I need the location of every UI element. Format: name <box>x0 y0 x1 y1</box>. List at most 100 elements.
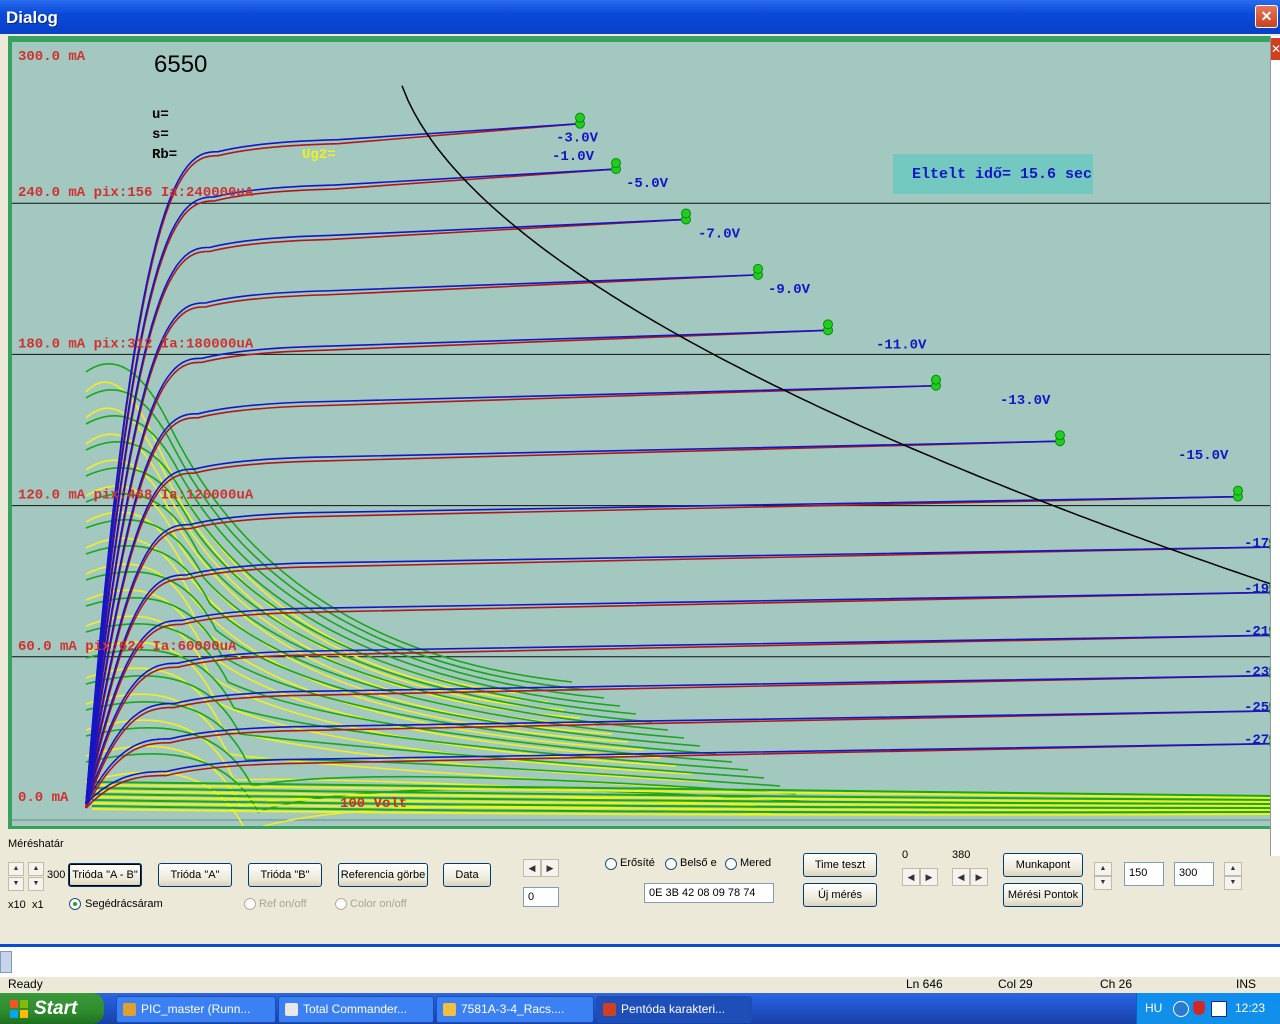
ref-onoff-radio[interactable] <box>244 898 256 910</box>
param-s: s= <box>152 127 169 143</box>
window-title: Dialog <box>6 8 58 27</box>
color-onoff-radio[interactable] <box>335 898 347 910</box>
endpoint-dot <box>1233 485 1243 496</box>
value2-down-button[interactable]: ▼ <box>1224 876 1242 890</box>
grid-voltage-label: -17 <box>1244 536 1269 552</box>
plate-characteristics-plot: -3.0V -5.0V -7.0V -9.0V -11.0V -13.0V -15.0V -1… <box>12 42 1280 826</box>
taskbar-item-pic-master[interactable]: PIC_master (Runn... <box>116 996 276 1023</box>
start-label: Start <box>34 998 78 1019</box>
data-button[interactable]: Data <box>443 863 491 887</box>
media-icon[interactable] <box>1211 1001 1227 1017</box>
voltage-axis-label: 100 Volt <box>340 796 407 812</box>
clock: 12:23 <box>1235 1001 1266 1015</box>
endpoint-dot <box>611 158 621 169</box>
counter-left-button[interactable]: ◀ <box>523 859 541 877</box>
editor-strip <box>0 944 1280 980</box>
grid-voltage-label: -9.0V <box>768 282 811 298</box>
grid-label: 60.0 mA pix:624 Ia:60000uA <box>18 639 237 655</box>
endpoint-dot <box>931 374 941 385</box>
close-icon: ✕ <box>1260 8 1273 24</box>
value2-up-button[interactable]: ▲ <box>1224 862 1242 876</box>
grid-label: 240.0 mA pix:156 Ia:240000uA <box>18 185 254 201</box>
tray-expand-icon[interactable] <box>1173 1001 1189 1017</box>
range-value: 300 <box>47 869 66 881</box>
munkapont-button[interactable]: Munkapont <box>1003 853 1083 877</box>
start-button[interactable]: Start <box>0 993 104 1024</box>
meredekseg-radio[interactable] <box>725 858 737 870</box>
range-high-right-button[interactable]: ▶ <box>970 868 988 886</box>
grid-voltage-label: -25 <box>1244 700 1269 716</box>
grid-voltage-label: -11.0V <box>876 337 927 353</box>
status-bar: Ready Ln 646 Col 29 Ch 26 INS <box>0 977 1280 993</box>
taskbar-item-pentoda[interactable]: Pentóda karakteri... <box>596 996 752 1023</box>
grid-voltage-label: -27 <box>1244 733 1269 749</box>
range-x1-up-button[interactable]: ▲ <box>28 862 44 876</box>
counter-field[interactable]: 0 <box>523 887 559 907</box>
meresi-pontok-button[interactable]: Mérési Pontok <box>1003 883 1083 907</box>
grid-voltage-label: -7.0V <box>698 226 741 242</box>
range-low-right-button[interactable]: ▶ <box>920 868 938 886</box>
scroll-left-button[interactable] <box>0 951 12 973</box>
right-edge-panel: ✕ <box>1270 36 1280 856</box>
range-high-value: 380 <box>952 849 971 861</box>
x1-label: x1 <box>32 899 44 911</box>
color-onoff-label: Color on/off <box>350 898 407 910</box>
segedracs-radio[interactable] <box>69 898 81 910</box>
endpoint-dot <box>681 208 691 219</box>
trioda-ab-button[interactable]: Trióda "A - B" <box>68 863 142 887</box>
paint-icon <box>443 1003 456 1016</box>
grid-label: 120.0 mA pix:468 Ia:120000uA <box>18 488 254 504</box>
taskbar-item-total-commander[interactable]: Total Commander... <box>278 996 434 1023</box>
close-icon[interactable]: ✕ <box>1271 38 1280 60</box>
endpoint-dot <box>823 319 833 330</box>
trioda-a-button[interactable]: Trióda "A" <box>158 863 232 887</box>
param-rb: Rb= <box>152 147 177 163</box>
language-indicator[interactable]: HU <box>1145 1001 1162 1015</box>
grid-voltage-label: -1.0V <box>552 149 595 165</box>
grid-voltage-label: -21 <box>1244 624 1269 640</box>
value2-field[interactable]: 300 <box>1174 862 1214 886</box>
hex-data-field[interactable]: 0E 3B 42 08 09 78 74 <box>644 883 774 903</box>
value1-down-button[interactable]: ▼ <box>1094 876 1112 890</box>
trioda-b-button[interactable]: Trióda "B" <box>248 863 322 887</box>
value1-up-button[interactable]: ▲ <box>1094 862 1112 876</box>
status-line: Ln 646 <box>906 977 943 991</box>
title-bar: Dialog ✕ <box>0 0 1280 34</box>
ug2-label: Ug2= <box>302 147 336 163</box>
time-teszt-button[interactable]: Time teszt <box>803 853 877 877</box>
status-ready: Ready <box>8 977 43 991</box>
x10-label: x10 <box>8 899 26 911</box>
app-icon <box>603 1003 616 1016</box>
range-low-left-button[interactable]: ◀ <box>902 868 920 886</box>
range-high-left-button[interactable]: ◀ <box>952 868 970 886</box>
belso-ellenallas-radio[interactable] <box>665 858 677 870</box>
range-x10-up-button[interactable]: ▲ <box>8 862 24 876</box>
status-ins: INS <box>1236 977 1257 991</box>
floppy-icon <box>285 1003 298 1016</box>
status-char: Ch 26 <box>1100 977 1133 991</box>
value1-field[interactable]: 150 <box>1124 862 1164 886</box>
ref-onoff-label: Ref on/off <box>259 898 307 910</box>
erosites-radio[interactable] <box>605 858 617 870</box>
grid-label: 0.0 mA <box>18 790 69 806</box>
grid-label: 180.0 mA pix:312 Ia:180000uA <box>18 336 254 352</box>
taskbar: Start PIC_master (Runn... Total Commande… <box>0 993 1280 1024</box>
range-x1-down-button[interactable]: ▼ <box>28 877 44 891</box>
uj-meres-button[interactable]: Új mérés <box>803 883 877 907</box>
range-x10-down-button[interactable]: ▼ <box>8 877 24 891</box>
endpoint-dot <box>1055 430 1065 441</box>
erosites-label: Erősíté <box>620 857 655 869</box>
grid-voltage-label: -5.0V <box>626 176 669 192</box>
range-low-value: 0 <box>902 849 909 861</box>
system-tray: HU 12:23 <box>1136 993 1280 1024</box>
taskbar-item-7581a[interactable]: 7581A-3-4_Racs.... <box>436 996 594 1023</box>
grid-label: 300.0 mA <box>18 49 86 65</box>
elapsed-time: Eltelt idő= 15.6 sec <box>912 166 1092 183</box>
app-icon <box>123 1003 136 1016</box>
referencia-gorbe-button[interactable]: Referencia görbe <box>338 863 428 887</box>
close-button[interactable]: ✕ <box>1255 5 1278 28</box>
mered-label: Mered <box>740 857 772 869</box>
status-column: Col 29 <box>998 977 1033 991</box>
counter-right-button[interactable]: ▶ <box>541 859 559 877</box>
shield-icon[interactable] <box>1193 1001 1205 1015</box>
